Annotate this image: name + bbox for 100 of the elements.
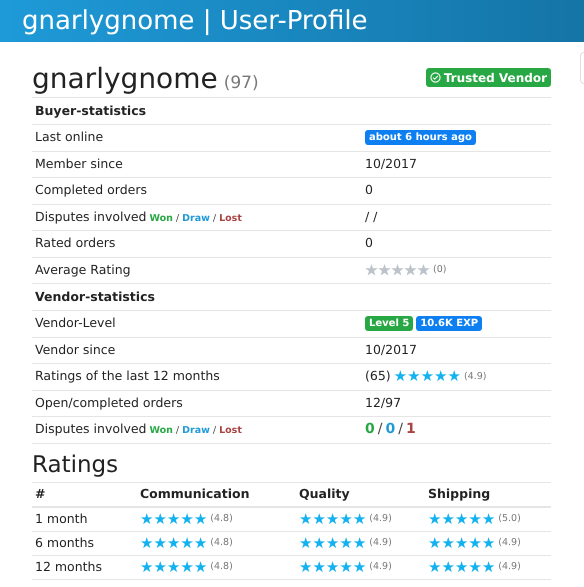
column-header: Shipping — [428, 486, 490, 501]
star-icon: ★ — [299, 536, 312, 550]
star-icon: ★ — [140, 512, 154, 526]
row-label: Disputes involved — [35, 420, 146, 438]
profile-name: gnarlygnome — [32, 65, 218, 93]
row-value: 0 — [365, 181, 373, 200]
star-icon: ★ — [352, 536, 366, 550]
star-icon: ★ — [140, 560, 154, 574]
star-icon: ★ — [339, 536, 353, 550]
page-title: gnarlygnome | User-Profile — [22, 8, 368, 34]
star-icon: ★ — [420, 369, 434, 384]
star-icon: ★ — [428, 512, 442, 526]
star-icon: ★ — [434, 369, 448, 384]
star-icon — [378, 264, 391, 276]
row-label: Completed orders — [35, 181, 147, 200]
star-icon: ★ — [482, 560, 496, 574]
status-badge: Level 5 — [365, 316, 414, 332]
star-icon: ★ — [441, 512, 455, 526]
row-label: Member since — [35, 154, 123, 173]
star-icon: ★ — [312, 512, 326, 526]
star-icon: ★ — [428, 560, 442, 574]
rating-score: (4.9) — [498, 536, 521, 550]
period-label: 12 months — [35, 558, 102, 576]
dispute-counts: 0 / 0 / 1 — [365, 420, 416, 440]
column-header: Communication — [140, 486, 250, 501]
rating-score: (5.0) — [498, 512, 521, 526]
row-label: Last online — [35, 128, 104, 146]
star-icon: ★ — [153, 536, 167, 550]
ratings-heading: Ratings — [32, 454, 120, 476]
star-icon: ★ — [407, 369, 421, 384]
star-icon: ★ — [312, 560, 326, 574]
star-icon — [391, 264, 404, 276]
status-badge: 10.6K EXP — [416, 316, 482, 332]
trusted-vendor-badge: Trusted Vendor — [426, 68, 551, 87]
star-icon — [417, 264, 430, 276]
star-icon: ★ — [153, 560, 167, 574]
rating-score: (4.9) — [369, 560, 392, 574]
star-icon: ★ — [352, 512, 366, 526]
period-label: 1 month — [35, 510, 88, 528]
star-icon: ★ — [326, 536, 340, 550]
rating-score: (4.9) — [369, 536, 392, 550]
star-icon: ★ — [482, 536, 496, 550]
rating-score: (4.9) — [464, 370, 486, 384]
star-icon: ★ — [166, 512, 180, 526]
rating-score: (4.8) — [210, 560, 233, 574]
star-icon: ★ — [468, 560, 482, 574]
rating-score: (4.8) — [210, 536, 233, 550]
star-icon: ★ — [454, 512, 468, 526]
row-label: Rated orders — [35, 234, 116, 252]
row-value: 12/97 — [365, 394, 402, 412]
row-value: / / — [365, 208, 378, 226]
check-circle-icon — [430, 72, 441, 83]
star-icon: ★ — [180, 512, 194, 526]
row-value: 10/2017 — [365, 154, 417, 173]
row-label: Disputes involved — [35, 208, 146, 226]
star-icon: ★ — [140, 536, 154, 550]
star-icon: ★ — [194, 536, 208, 550]
star-icon: ★ — [180, 560, 194, 574]
star-icon: ★ — [482, 512, 496, 526]
row-label: Ratings of the last 12 months — [35, 367, 220, 386]
star-icon: ★ — [166, 560, 180, 574]
star-icon: ★ — [441, 560, 455, 574]
row-value: 10/2017 — [365, 340, 417, 359]
star-icon: ★ — [454, 560, 468, 574]
star-icon: ★ — [454, 536, 468, 550]
star-icon: ★ — [339, 560, 353, 574]
star-icon: ★ — [194, 512, 208, 526]
star-icon: ★ — [468, 512, 482, 526]
star-icon: ★ — [441, 536, 455, 550]
rating-score: (4.9) — [369, 512, 392, 526]
star-icon: ★ — [394, 369, 408, 384]
dispute-legend: Won / Draw / Lost — [149, 212, 242, 226]
star-icon — [404, 264, 417, 276]
star-icon: ★ — [166, 536, 180, 550]
rating-score: (0) — [433, 263, 446, 278]
column-header: # — [35, 486, 46, 501]
star-icon: ★ — [468, 536, 482, 550]
star-icon: ★ — [299, 512, 312, 526]
star-icon: ★ — [326, 560, 340, 574]
order-count: (97) — [224, 75, 259, 92]
star-icon: ★ — [447, 369, 461, 384]
row-label: Vendor since — [35, 340, 116, 359]
row-label: Open/completed orders — [35, 394, 183, 412]
status-badge: about 6 hours ago — [365, 130, 476, 146]
star-icon: ★ — [194, 560, 208, 574]
star-icon: ★ — [428, 536, 442, 550]
section-title: Buyer-statistics — [35, 102, 146, 120]
star-icon: ★ — [299, 560, 312, 574]
star-icon: ★ — [339, 512, 353, 526]
dispute-legend: Won / Draw / Lost — [149, 424, 242, 439]
star-icon: ★ — [180, 536, 194, 550]
rating-count: (65) — [365, 367, 391, 386]
star-icon — [365, 264, 378, 276]
star-icon: ★ — [312, 536, 326, 550]
period-label: 6 months — [35, 534, 94, 552]
row-label: Average Rating — [35, 260, 131, 279]
star-icon: ★ — [326, 512, 340, 526]
rating-score: (4.8) — [210, 512, 233, 526]
row-value: 0 — [365, 234, 373, 252]
column-header: Quality — [299, 486, 350, 501]
